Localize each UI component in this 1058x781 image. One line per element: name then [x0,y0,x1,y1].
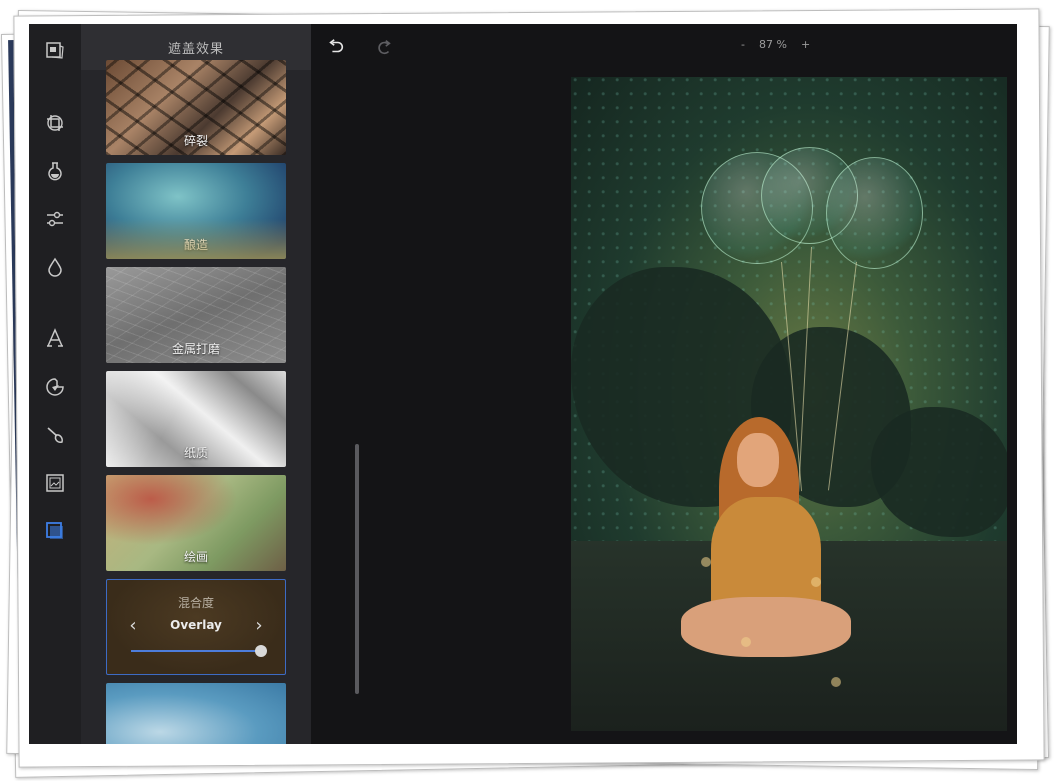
overlay-panel: 遮盖效果 碎裂 酿造 金属打磨 纸质 绘画 混合度 ‹ Overlay › [81,24,359,744]
figure-legs [681,597,851,657]
overlay-item-label: 绘画 [183,550,208,564]
balloon [826,157,923,269]
zoom-control: - 87 % + [741,38,810,51]
overlay-item-label: 酿造 [183,238,208,252]
figure-face [737,433,779,487]
overlay-item-broken[interactable]: 碎裂 [106,60,286,155]
zoom-in-button[interactable]: + [801,38,810,51]
bokeh [701,557,711,567]
tool-rail [29,24,81,744]
sticker-icon[interactable] [41,373,69,401]
bokeh [741,637,751,647]
tree-silhouette [871,407,1007,537]
blend-mode-control: 混合度 ‹ Overlay › [106,579,286,675]
drop-icon[interactable] [41,253,69,281]
panel-scrollbar[interactable] [355,444,359,694]
image-info-icon[interactable] [41,36,69,64]
blend-title: 混合度 [177,596,214,610]
bokeh [831,677,841,687]
text-icon[interactable] [41,324,69,352]
filter-icon[interactable] [41,157,69,185]
overlay-item-label: 金属打磨 [171,342,220,356]
blend-slider-track[interactable] [131,650,263,652]
overlay-icon[interactable] [41,517,69,545]
overlay-item-label: 碎裂 [183,134,208,148]
overlay-item-brushed-metal[interactable]: 金属打磨 [106,267,286,363]
overlay-item-paper[interactable]: 纸质 [106,371,286,467]
zoom-out-button[interactable]: - [741,38,745,51]
undo-icon[interactable] [323,34,349,60]
canvas-photo[interactable] [571,77,1007,731]
overlay-item-brew[interactable]: 酿造 [106,163,286,259]
bokeh [811,577,821,587]
overlay-item-label: 纸质 [183,446,208,460]
brush-icon[interactable] [41,421,69,449]
adjust-icon[interactable] [41,205,69,233]
redo-icon[interactable] [371,34,397,60]
chevron-right-icon[interactable]: › [249,614,269,636]
top-toolbar: - 87 % + [311,24,1017,70]
crop-icon[interactable] [41,109,69,137]
blend-slider-handle[interactable] [255,645,267,657]
overlay-item-painting[interactable]: 绘画 [106,475,286,571]
photo-editor-window: 遮盖效果 碎裂 酿造 金属打磨 纸质 绘画 混合度 ‹ Overlay › - … [29,24,1017,744]
frame-icon[interactable] [41,469,69,497]
overlay-item-clouds[interactable] [106,683,286,744]
zoom-value: 87 % [758,38,787,51]
